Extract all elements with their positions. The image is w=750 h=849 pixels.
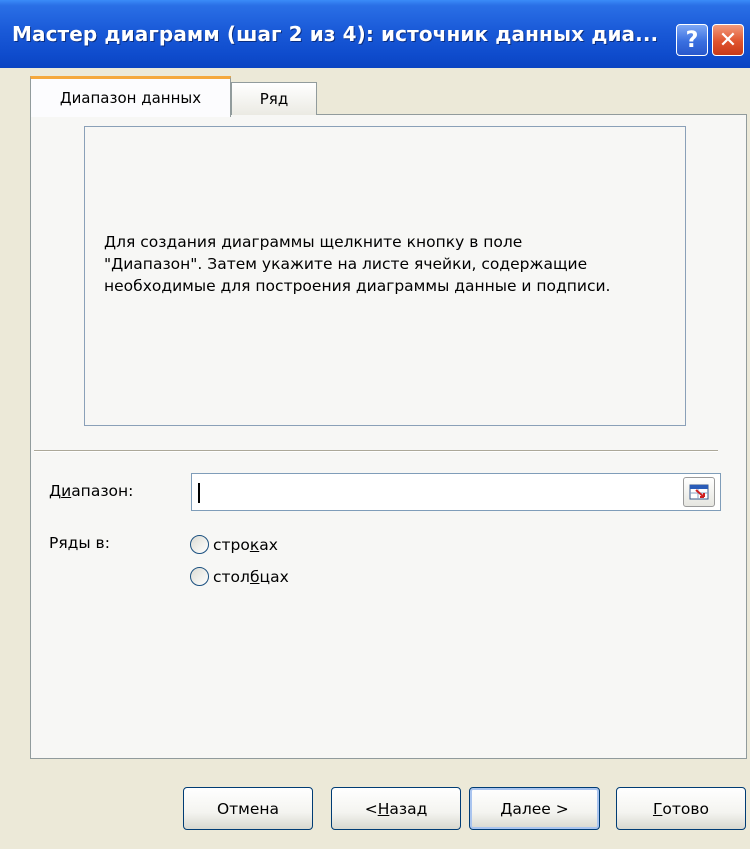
window-title: Мастер диаграмм (шаг 2 из 4): источник д… bbox=[12, 22, 659, 46]
tab-data-range[interactable]: Диапазон данных bbox=[30, 76, 231, 117]
radio-columns[interactable]: столбцах bbox=[190, 567, 289, 586]
next-button[interactable]: Далее > bbox=[469, 787, 600, 830]
radio-button-icon[interactable] bbox=[190, 567, 209, 586]
series-in-label: Ряды в: bbox=[49, 534, 110, 552]
radio-rows[interactable]: строках bbox=[190, 535, 278, 554]
help-icon: ? bbox=[685, 27, 699, 53]
range-input[interactable] bbox=[191, 473, 721, 511]
range-label: Диапазон: bbox=[49, 482, 134, 500]
help-button[interactable]: ? bbox=[676, 24, 708, 56]
radio-button-icon[interactable] bbox=[190, 535, 209, 554]
collapse-dialog-button[interactable] bbox=[683, 477, 715, 507]
radio-label-rows: строках bbox=[213, 535, 278, 554]
finish-button[interactable]: Готово bbox=[616, 787, 746, 830]
back-button[interactable]: < Назад bbox=[331, 787, 461, 830]
range-select-icon bbox=[689, 484, 709, 500]
chart-preview-area: Для создания диаграммы щелкните кнопку в… bbox=[84, 126, 686, 426]
tab-label: Ряд bbox=[259, 90, 289, 108]
preview-instructions: Для создания диаграммы щелкните кнопку в… bbox=[104, 233, 611, 295]
text-caret bbox=[198, 483, 200, 503]
tab-series[interactable]: Ряд bbox=[231, 82, 317, 115]
title-bar[interactable]: Мастер диаграмм (шаг 2 из 4): источник д… bbox=[0, 0, 750, 68]
cancel-button[interactable]: Отмена bbox=[183, 787, 313, 830]
radio-label-columns: столбцах bbox=[213, 567, 289, 586]
close-icon: ✕ bbox=[718, 27, 738, 53]
divider bbox=[34, 450, 718, 452]
chart-wizard-dialog: Мастер диаграмм (шаг 2 из 4): источник д… bbox=[0, 0, 750, 849]
tab-label: Диапазон данных bbox=[59, 89, 202, 107]
close-button[interactable]: ✕ bbox=[712, 24, 744, 56]
